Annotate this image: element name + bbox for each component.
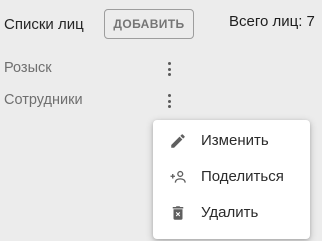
page-title: Списки лиц <box>4 16 84 33</box>
list-item-label: Сотрудники <box>4 92 83 108</box>
list-item-label: Розыск <box>4 60 52 76</box>
face-lists: Розыск Сотрудники <box>4 56 204 120</box>
person-add-icon <box>169 168 187 186</box>
menu-item-edit[interactable]: Изменить <box>153 123 310 159</box>
total-count: Всего лиц: 7 <box>229 13 315 30</box>
header: Списки лиц ДОБАВИТЬ Всего лиц: 7 <box>4 8 322 42</box>
menu-item-label: Поделиться <box>201 168 284 185</box>
more-vert-icon[interactable] <box>160 90 178 112</box>
more-vert-icon[interactable] <box>160 58 178 80</box>
menu-item-label: Изменить <box>201 132 269 149</box>
add-button[interactable]: ДОБАВИТЬ <box>104 9 194 39</box>
list-item-rozysk[interactable]: Розыск <box>4 56 204 88</box>
menu-item-share[interactable]: Поделиться <box>153 159 310 195</box>
edit-icon <box>169 132 187 150</box>
list-item-sotrudniki[interactable]: Сотрудники <box>4 88 204 120</box>
menu-item-delete[interactable]: Удалить <box>153 195 310 231</box>
delete-icon <box>169 204 187 222</box>
menu-item-label: Удалить <box>201 204 259 221</box>
context-menu: Изменить Поделиться Удалить <box>153 120 310 239</box>
